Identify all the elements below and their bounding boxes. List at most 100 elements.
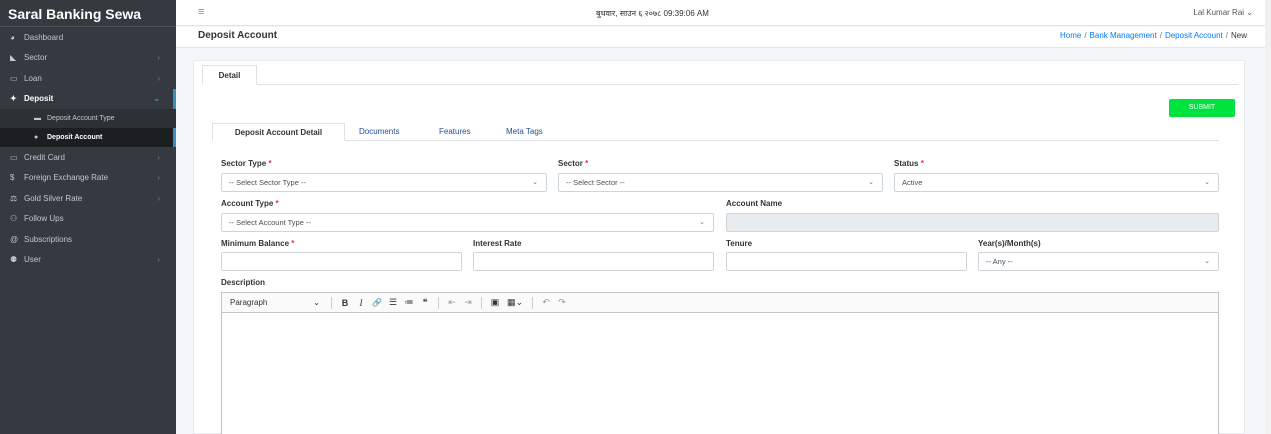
breadcrumb: Home / Bank Management / Deposit Account / New — [1060, 31, 1247, 40]
submit-button[interactable]: SUBMIT — [1169, 99, 1235, 117]
description-textarea[interactable] — [222, 313, 1218, 434]
bulleted-list-icon[interactable]: ☰ — [385, 297, 401, 308]
breadcrumb-sep: / — [1225, 31, 1228, 40]
page-title: Deposit Account — [198, 30, 278, 41]
tenure-input[interactable] — [726, 252, 967, 271]
italic-icon[interactable]: I — [353, 298, 369, 308]
toolbar-divider — [481, 296, 482, 309]
chevron-right-icon: › — [157, 255, 160, 265]
toolbar-divider — [532, 296, 533, 309]
interest-rate-input[interactable] — [473, 252, 714, 271]
users-icon: ⚉ — [10, 255, 18, 265]
breadcrumb-home[interactable]: Home — [1060, 31, 1081, 40]
indent-icon[interactable]: ⇥ — [460, 297, 476, 308]
sidebar-item-label: Deposit Account — [47, 134, 103, 141]
user-plus-icon: ⚇ — [10, 214, 18, 224]
sidebar-item-loan[interactable]: ▭ Loan › — [0, 68, 176, 89]
required-mark: * — [291, 239, 295, 248]
sidebar-item-gold-silver[interactable]: ⚖ Gold Silver Rate › — [0, 188, 176, 209]
chevron-right-icon: › — [157, 152, 160, 162]
tab-documents[interactable]: Documents — [359, 123, 399, 141]
label-text: Status — [894, 159, 919, 168]
tenure-label: Tenure — [726, 239, 753, 248]
sidebar-item-user[interactable]: ⚉ User › — [0, 250, 176, 271]
deposit-icon: ✦ — [10, 94, 17, 104]
sidebar-item-sector[interactable]: ◣ Sector › — [0, 48, 176, 69]
sidebar-item-deposit-account[interactable]: ● Deposit Account — [0, 128, 176, 147]
insert-table-icon[interactable]: ▦⌄ — [503, 297, 527, 308]
sidebar-item-credit-card[interactable]: ▭ Credit Card › — [0, 147, 176, 168]
sidebar-item-foreign-exchange[interactable]: $ Foreign Exchange Rate › — [0, 168, 176, 189]
account-type-select[interactable]: -- Select Account Type -- ⌄ — [221, 213, 714, 232]
sidebar-item-follow-ups[interactable]: ⚇ Follow Ups — [0, 209, 176, 230]
inner-tabs: Deposit Account Detail Documents Feature… — [212, 123, 1219, 141]
sector-select[interactable]: -- Select Sector -- ⌄ — [558, 173, 883, 192]
balance-scale-icon: ⚖ — [10, 193, 18, 203]
page-scrollbar[interactable] — [1265, 0, 1271, 434]
toolbar-divider — [331, 296, 332, 309]
year-month-select[interactable]: -- Any -- ⌄ — [978, 252, 1219, 271]
topbar: ≡ बुधवार, साउन ६ २०७८ 09:39:06 AM Lal Ku… — [176, 0, 1271, 26]
bold-icon[interactable]: B — [337, 298, 353, 308]
content-header: Deposit Account Home / Bank Management / Dep… — [176, 27, 1271, 48]
sidebar-item-label: Dashboard — [24, 32, 64, 42]
description-editor: Paragraph ⌄ B I 🔗 ☰ ≔ ❝ ⇤ ⇥ ▣ ▦⌄ ↶ ↷ — [221, 292, 1219, 434]
tab-meta-tags[interactable]: Meta Tags — [506, 123, 543, 141]
account-name-input — [726, 213, 1219, 232]
numbered-list-icon[interactable]: ≔ — [401, 297, 417, 308]
sidebar-item-label: Deposit Account Type — [47, 115, 115, 122]
brand-title[interactable]: Saral Banking Sewa — [0, 0, 176, 27]
label-text: Sector Type — [221, 159, 267, 168]
sidebar-item-label: Subscriptions — [24, 234, 73, 244]
current-datetime: बुधवार, साउन ६ २०७८ 09:39:06 AM — [596, 9, 709, 18]
sidebar-item-label: Gold Silver Rate — [24, 193, 83, 203]
required-mark: * — [275, 199, 279, 208]
chevron-right-icon: › — [157, 73, 160, 83]
chevron-down-icon: ⌄ — [868, 179, 874, 186]
year-month-label: Year(s)/Month(s) — [978, 239, 1041, 248]
user-menu[interactable]: Lal Kumar Rai ⌄ — [1193, 8, 1253, 17]
sidebar-item-deposit-account-type[interactable]: ▬ Deposit Account Type — [0, 109, 176, 128]
menu-toggle-icon[interactable]: ≡ — [198, 6, 204, 18]
chevron-down-icon: ⌄ — [699, 219, 705, 226]
label-text: Minimum Balance — [221, 239, 290, 248]
sector-icon: ◣ — [10, 53, 17, 63]
redo-icon[interactable]: ↷ — [554, 297, 570, 308]
tab-detail[interactable]: Detail — [202, 65, 257, 85]
breadcrumb-deposit-account[interactable]: Deposit Account — [1165, 31, 1223, 40]
chevron-down-icon: ⌄ — [153, 94, 160, 104]
minimum-balance-input[interactable] — [221, 252, 462, 271]
description-label: Description — [221, 278, 266, 287]
card-icon: ▬ — [34, 115, 41, 122]
label-text: Sector — [558, 159, 583, 168]
sidebar-item-dashboard[interactable]: ◕ Dashboard — [0, 27, 176, 48]
status-select[interactable]: Active ⌄ — [894, 173, 1219, 192]
block-quote-icon[interactable]: ❝ — [417, 297, 433, 308]
insert-image-icon[interactable]: ▣ — [487, 297, 503, 308]
sidebar-item-label: Sector — [24, 53, 48, 63]
paragraph-format-dropdown[interactable]: Paragraph ⌄ — [230, 298, 326, 307]
tab-features[interactable]: Features — [439, 123, 471, 141]
account-name-label: Account Name — [726, 199, 783, 208]
tab-deposit-account-detail[interactable]: Deposit Account Detail — [212, 123, 345, 141]
editor-toolbar: Paragraph ⌄ B I 🔗 ☰ ≔ ❝ ⇤ ⇥ ▣ ▦⌄ ↶ ↷ — [222, 293, 1218, 313]
sidebar-item-deposit[interactable]: ✦ Deposit ⌄ — [0, 88, 176, 110]
breadcrumb-bank-management[interactable]: Bank Management — [1090, 31, 1157, 40]
link-icon[interactable]: 🔗 — [369, 298, 385, 307]
undo-icon[interactable]: ↶ — [538, 297, 554, 308]
account-icon: ● — [34, 134, 39, 141]
breadcrumb-current: New — [1230, 31, 1247, 40]
sidebar-item-label: Foreign Exchange Rate — [24, 173, 109, 183]
chevron-down-icon: ⌄ — [1204, 179, 1210, 186]
status-label: Status * — [894, 159, 924, 168]
loan-icon: ▭ — [10, 73, 18, 83]
sector-type-select[interactable]: -- Select Sector Type -- ⌄ — [221, 173, 547, 192]
sidebar-nav: ◕ Dashboard ◣ Sector › ▭ Loan › ✦ Deposi… — [0, 27, 176, 109]
outdent-icon[interactable]: ⇤ — [444, 297, 460, 308]
dollar-icon: $ — [10, 173, 15, 183]
minimum-balance-label: Minimum Balance * — [221, 239, 294, 248]
sidebar-item-subscriptions[interactable]: @ Subscriptions — [0, 229, 176, 250]
required-mark: * — [585, 159, 589, 168]
deposit-submenu: ▬ Deposit Account Type ● Deposit Account — [0, 109, 176, 147]
breadcrumb-sep: / — [1084, 31, 1087, 40]
